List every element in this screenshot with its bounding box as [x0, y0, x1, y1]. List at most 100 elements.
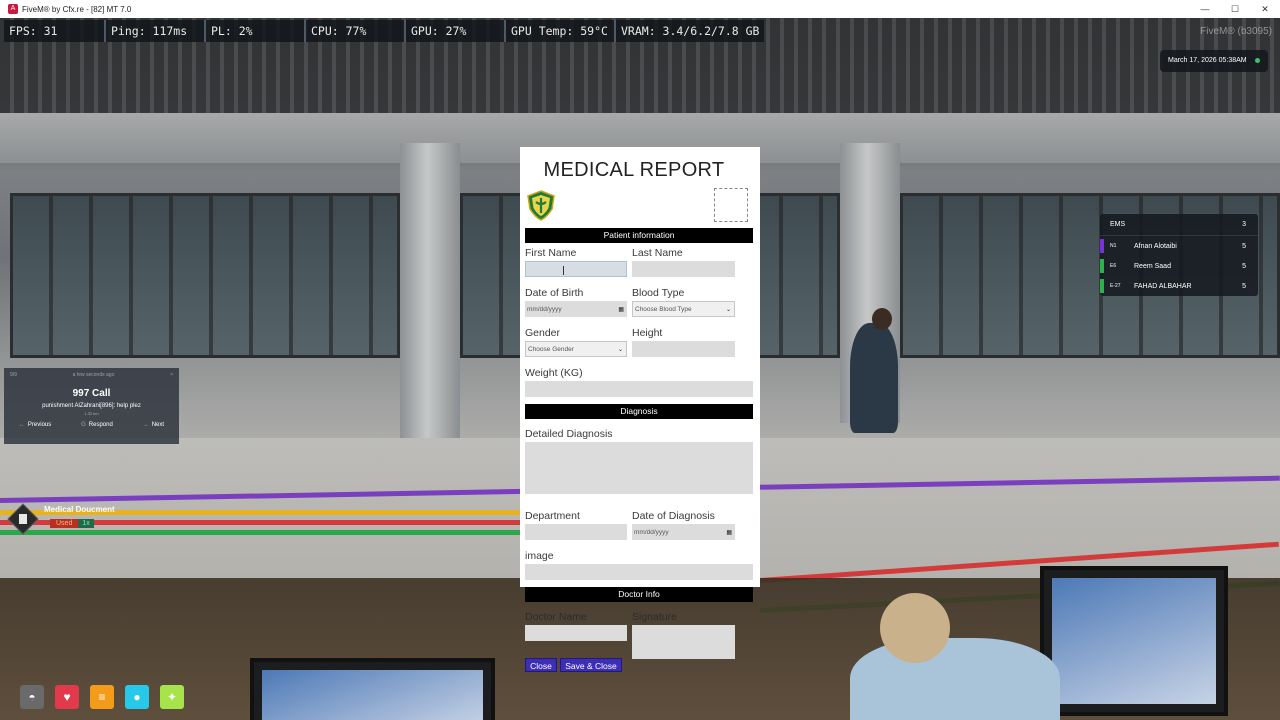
performance-overlay: FPS: 31 Ping: 117ms PL: 2% CPU: 77% GPU:…	[4, 20, 764, 42]
date-of-diagnosis-input[interactable]: mm/dd/yyyy ▦	[632, 524, 735, 540]
call-actions: ← Previous G Respond → Next	[4, 422, 179, 428]
quantity-badge: 1x	[78, 519, 94, 528]
call-previous-label: Previous	[27, 422, 52, 428]
window-controls: — ☐ ✕	[1190, 0, 1280, 18]
toilet-icon: ◓	[20, 685, 44, 709]
vram-readout: VRAM: 3.4/6.2/7.8 GB	[621, 24, 760, 38]
food-icon: ≡	[90, 685, 114, 709]
blood-type-select[interactable]: Choose Blood Type ⌄	[632, 301, 735, 317]
fps-readout: FPS: 31	[4, 20, 106, 42]
dob-placeholder: mm/dd/yyyy	[527, 305, 562, 313]
stamina-icon: ✦	[160, 685, 184, 709]
call-title: 997 Call	[72, 388, 111, 399]
key-g-icon: G	[81, 422, 86, 428]
gpu-readout: GPU: 27%	[406, 20, 506, 42]
medical-report-form: MEDICAL REPORT Patient information First…	[520, 147, 760, 587]
ems-member-value: 5	[1242, 242, 1246, 250]
image-label: image	[525, 550, 554, 562]
blood-type-label: Blood Type	[632, 287, 685, 299]
water-icon: ●	[125, 685, 149, 709]
date-of-diagnosis-label: Date of Diagnosis	[632, 510, 715, 522]
height-label: Height	[632, 327, 663, 339]
signature-label: Signature	[632, 611, 677, 623]
call-respond-button[interactable]: G Respond	[81, 422, 113, 428]
lobby-window-left	[10, 193, 400, 358]
key-right-icon: →	[142, 422, 149, 428]
save-and-close-button[interactable]: Save & Close	[560, 658, 622, 672]
packet-loss-readout: PL: 2%	[206, 20, 306, 42]
first-name-input[interactable]	[525, 261, 627, 277]
ems-status-bar	[1100, 279, 1104, 293]
blood-type-value: Choose Blood Type	[635, 305, 692, 313]
item-used-notification: Medical Doucment Used 1x	[6, 500, 124, 538]
ems-shield-logo-icon	[527, 190, 555, 221]
date-of-birth-label: Date of Birth	[525, 287, 584, 299]
online-status-dot	[1255, 58, 1260, 63]
ems-member-name: Afnan Alotaibi	[1134, 242, 1177, 250]
build-version: FiveM® (b3095)	[1200, 26, 1272, 37]
ems-member-value: 5	[1242, 262, 1246, 270]
used-badge: Used	[50, 519, 79, 528]
call-next-label: Next	[151, 422, 165, 428]
calendar-icon[interactable]: ▦	[726, 529, 732, 536]
desk-monitor-right	[1040, 566, 1228, 716]
ems-callsign: E-27	[1110, 283, 1121, 289]
doctor-name-input[interactable]	[525, 625, 627, 641]
player-status-bar: ◓ ♥ ≡ ● ✦	[20, 685, 184, 709]
ems-panel-header: EMS 3	[1100, 214, 1258, 236]
calendar-icon[interactable]: ▦	[618, 306, 624, 313]
date-of-birth-input[interactable]: mm/dd/yyyy ▦	[525, 301, 627, 317]
maximize-button[interactable]: ☐	[1220, 0, 1250, 18]
ems-status-bar	[1100, 259, 1104, 273]
player-character	[850, 638, 1060, 720]
ems-count: 3	[1242, 221, 1246, 228]
last-name-input[interactable]	[632, 261, 735, 277]
gpu-temp-readout: GPU Temp: 59°C	[506, 20, 616, 42]
npc-head	[872, 308, 892, 330]
call-distance: 1.32 km	[84, 411, 99, 416]
ems-member-row: E6 Reem Saad 5	[1100, 256, 1258, 276]
height-input[interactable]	[632, 341, 735, 357]
report-title: MEDICAL REPORT	[543, 159, 725, 181]
last-name-label: Last Name	[632, 247, 683, 259]
section-doctor-info: Doctor Info	[525, 587, 753, 602]
heart-icon: ♥	[55, 685, 79, 709]
chevron-down-icon: ⌄	[725, 306, 731, 313]
diagnosis-date-placeholder: mm/dd/yyyy	[634, 528, 669, 536]
minimize-button[interactable]: —	[1190, 0, 1220, 18]
doctor-name-label: Doctor Name	[525, 611, 587, 623]
pillar-left	[400, 143, 460, 443]
ems-member-row: E-27 FAHAD ALBAHAR 5	[1100, 276, 1258, 296]
ping-readout: Ping: 117ms	[106, 20, 206, 42]
item-name: Medical Doucment	[44, 505, 115, 514]
ems-callsign: E6	[1110, 263, 1117, 269]
call-previous-button[interactable]: ← Previous	[19, 422, 51, 428]
ems-member-name: FAHAD ALBAHAR	[1134, 282, 1192, 290]
patient-photo-placeholder[interactable]	[714, 188, 748, 222]
ems-status-bar	[1100, 239, 1104, 253]
close-window-button[interactable]: ✕	[1250, 0, 1280, 18]
dispatch-call-card: 9/9 a few seconds ago × 997 Call punishm…	[4, 368, 179, 444]
department-label: Department	[525, 510, 580, 522]
gender-select[interactable]: Choose Gender ⌄	[525, 341, 627, 357]
cpu-readout: CPU: 77%	[306, 20, 406, 42]
ems-member-name: Reem Saad	[1134, 262, 1171, 270]
image-input[interactable]	[525, 564, 753, 580]
first-name-label: First Name	[525, 247, 577, 259]
npc-person	[850, 323, 898, 433]
signature-pad[interactable]	[632, 625, 735, 659]
clock-text: March 17, 2026 05:38AM	[1168, 57, 1247, 64]
department-input[interactable]	[525, 524, 627, 540]
call-close-icon[interactable]: ×	[170, 372, 173, 378]
ems-member-row: N1 Afnan Alotaibi 5	[1100, 236, 1258, 256]
ems-callsign: N1	[1110, 243, 1117, 249]
detailed-diagnosis-textarea[interactable]	[525, 442, 753, 494]
call-index: 9/9	[10, 372, 17, 378]
call-meta: 9/9 a few seconds ago ×	[4, 368, 179, 378]
ems-title: EMS	[1110, 221, 1126, 228]
ems-member-value: 5	[1242, 282, 1246, 290]
weight-label: Weight (KG)	[525, 367, 583, 379]
close-button[interactable]: Close	[525, 658, 557, 672]
weight-input[interactable]	[525, 381, 753, 397]
call-next-button[interactable]: → Next	[143, 422, 164, 428]
